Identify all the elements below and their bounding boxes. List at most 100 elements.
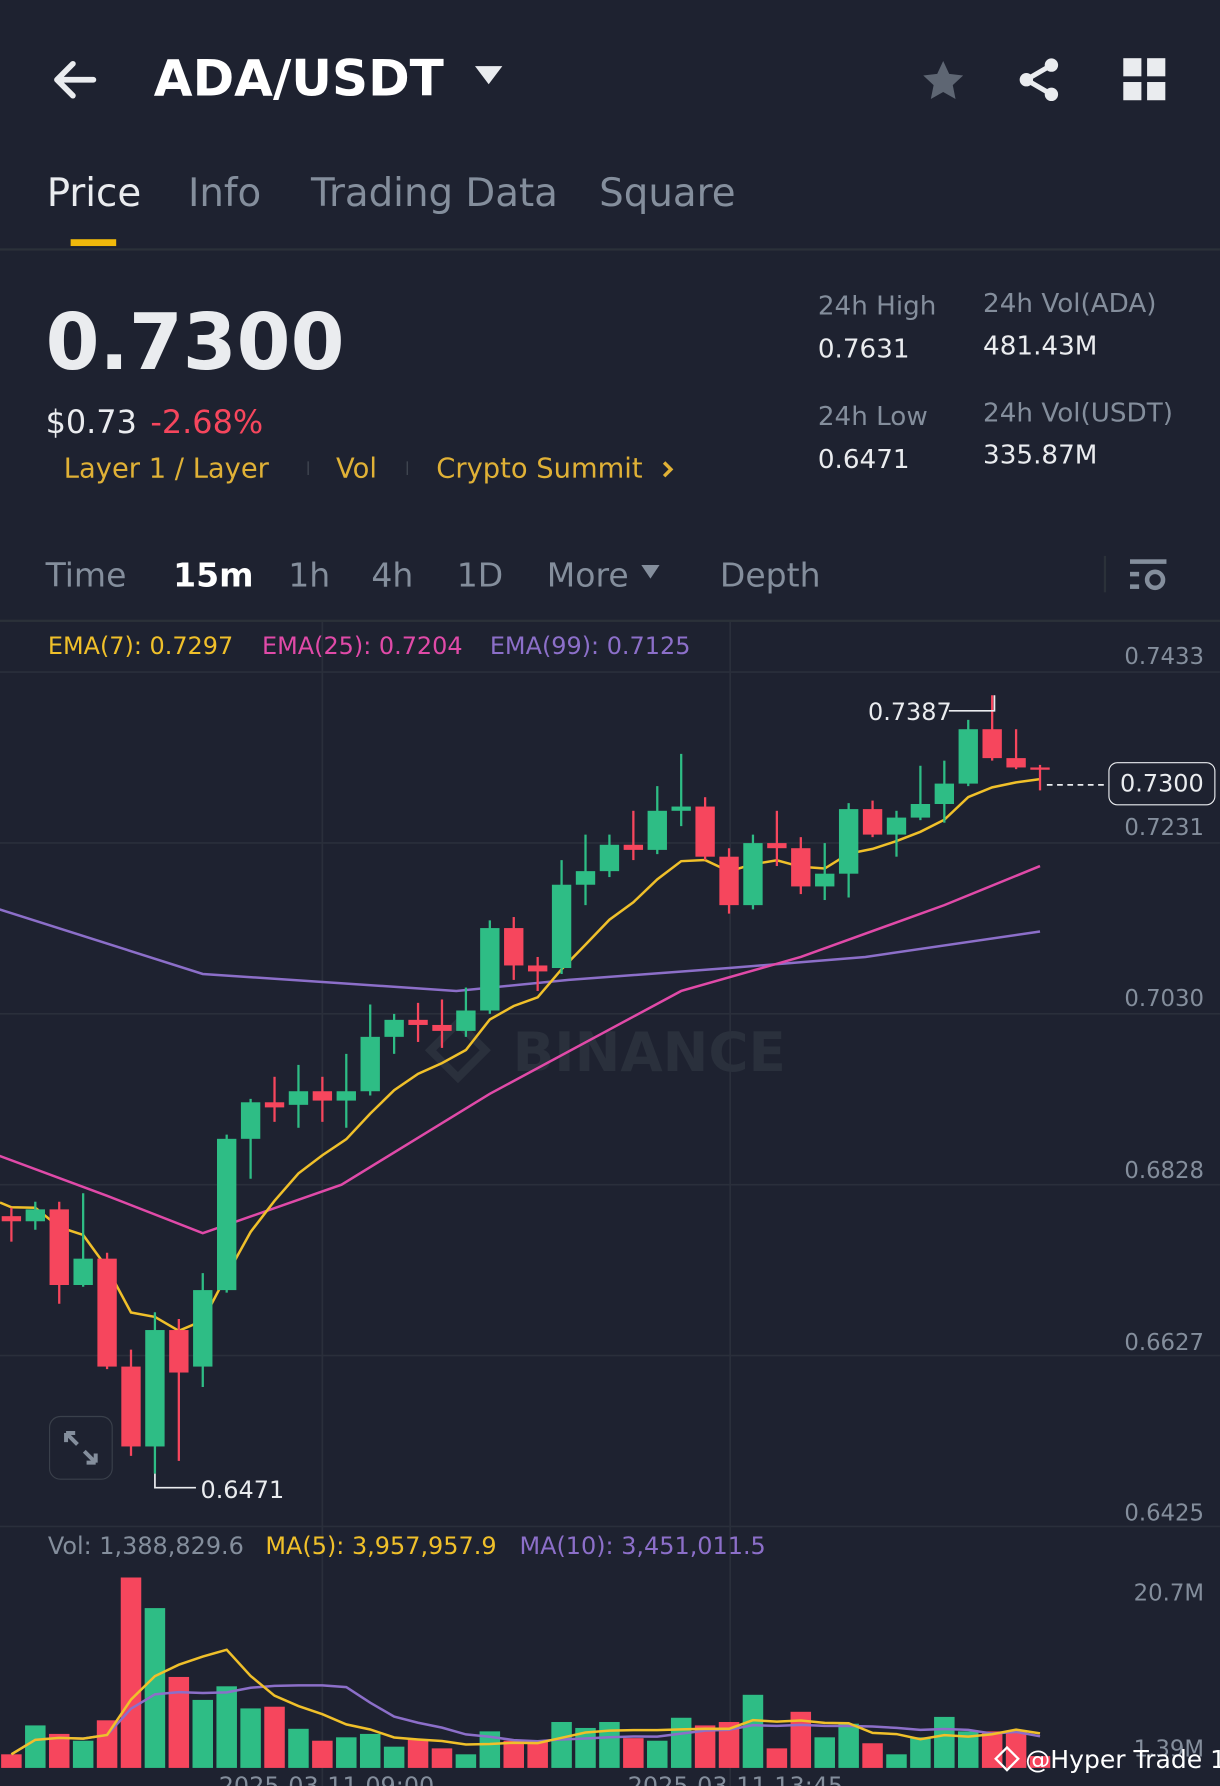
tag-crypto-summit[interactable]: Crypto Summit [436,452,642,484]
interval-1d[interactable]: 1D [457,556,503,595]
interval-time[interactable]: Time [46,556,127,595]
volume-bar [216,1686,237,1768]
ema99-line [0,908,1041,993]
volume-bar [168,1676,190,1768]
candle-body [288,1091,309,1105]
high-marker-line [948,695,996,712]
candle-body [767,843,787,849]
volume-tick: 20.7M [1133,1578,1205,1607]
time-label: 2025-03-11 13:45 [628,1772,844,1786]
share-icon[interactable] [1014,55,1064,105]
candle-body [551,884,572,969]
divider [0,248,1220,251]
volume-bar [25,1725,46,1768]
candle-body [910,804,931,818]
chart-settings-icon[interactable] [1128,556,1169,597]
volume-bar [431,1748,453,1768]
tab-price[interactable]: Price [47,171,141,217]
divider [1103,555,1107,593]
candle-body [527,965,548,972]
app-screen: BINANCE ADA/USDT Price Info Trading Data… [0,0,1220,1786]
ema7-legend: EMA(7): 0.7297 [47,632,234,660]
low-marker-label: 0.6471 [200,1476,285,1504]
fullscreen-button[interactable] [48,1415,113,1480]
volume-bar [407,1739,429,1768]
volume-bar [790,1711,812,1768]
volume-bar [120,1577,142,1768]
candle-body [145,1330,165,1447]
volume-bar [383,1746,405,1768]
volume-bar [575,1727,596,1768]
volume-bar [503,1740,524,1768]
candle-body [623,844,644,850]
back-arrow-icon [54,60,97,99]
more-label: More [546,555,629,595]
price-tick: 0.6828 [1124,1156,1205,1184]
volume-bar [336,1737,357,1768]
candle-body [217,1138,237,1291]
tab-info[interactable]: Info [188,171,261,217]
vol-ma10-legend: MA(10): 3,451,011.5 [519,1532,766,1560]
candle-body [719,856,739,906]
tag-vol[interactable]: Vol [336,452,377,484]
price-chart: BINANCE [0,621,1220,1786]
caret-down-icon [641,565,660,579]
interval-1h[interactable]: 1h [288,556,330,595]
volume-bar [192,1699,214,1768]
interval-more[interactable]: More [547,556,661,595]
binance-logo-icon [994,1745,1020,1772]
low-marker-line [154,1473,196,1489]
back-button[interactable] [48,55,103,105]
volume-bar [479,1731,501,1768]
candle-body [982,729,1002,759]
high-label: 24h High [817,291,937,322]
candle-body [312,1091,333,1101]
volume-bar [694,1725,716,1768]
candle-body [791,848,811,887]
credit-watermark: @Hyper Trade 1 [994,1745,1220,1775]
volume-bar [264,1706,285,1768]
candle-body [25,1209,45,1222]
volume-ma5-line [10,1648,1041,1756]
candle-body [671,806,691,811]
tag-layer1[interactable]: Layer 1 / Layer [64,452,269,484]
active-tab-indicator [70,239,117,247]
tab-trading-data[interactable]: Trading Data [311,171,558,217]
chart-watermark: BINANCE [513,1020,786,1084]
volume-bar [527,1740,548,1768]
candle-body [97,1258,117,1367]
candle-body [504,928,524,966]
interval-15m[interactable]: 15m [173,556,253,595]
volume-bar [455,1754,477,1768]
volume-ma10-line [10,1684,1041,1756]
star-icon[interactable] [918,57,968,105]
current-price-tag: 0.7300 [1108,762,1216,806]
volume-bar [359,1733,381,1768]
chevron-right-icon[interactable] [661,459,675,480]
volume-bar [718,1722,740,1768]
candle-body [480,928,500,1011]
candle-body [169,1330,189,1373]
candle-body [838,809,859,874]
candle-body [193,1290,213,1367]
ema7-line [0,777,1041,1333]
volume-bar [862,1743,883,1768]
candle-body [743,843,763,906]
depth-tab[interactable]: Depth [720,556,821,595]
vol-base-value: 481.43M [983,331,1098,362]
last-price: 0.7300 [45,298,345,389]
grid-icon[interactable] [1123,58,1166,101]
price-change: -2.68% [150,403,264,441]
pair-title: ADA/USDT [153,50,444,109]
volume-bar [96,1720,118,1768]
interval-4h[interactable]: 4h [371,556,413,595]
vol-base-label: 24h Vol(ADA) [983,289,1157,319]
pair-selector[interactable]: ADA/USDT [154,50,505,108]
candle-body [456,1010,476,1031]
volume-bar [742,1694,764,1768]
tab-square[interactable]: Square [599,171,735,217]
high-marker-label: 0.7387 [868,698,952,726]
candle-body [815,873,835,887]
volume-bar [910,1737,931,1768]
caret-down-icon [474,66,503,85]
